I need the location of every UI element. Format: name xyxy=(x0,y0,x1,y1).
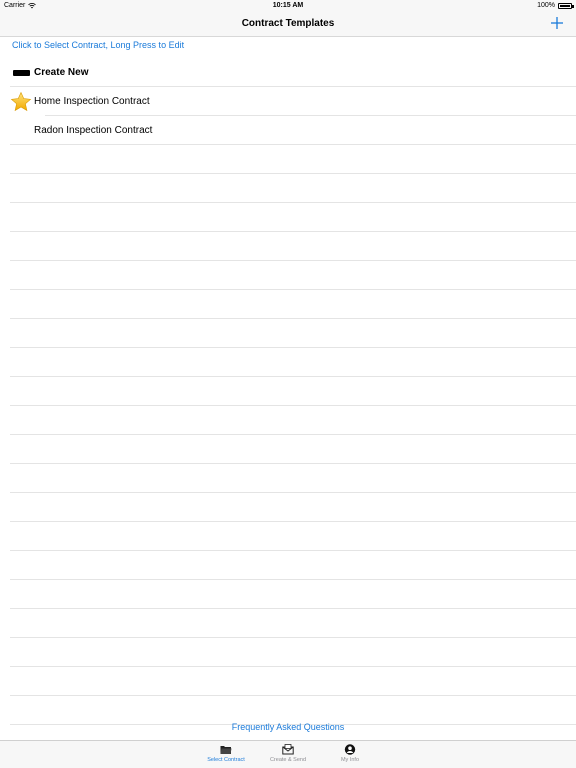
home-inspection-row[interactable]: Home Inspection Contract xyxy=(0,87,576,116)
envelope-icon xyxy=(282,744,294,755)
home-inspection-label: Home Inspection Contract xyxy=(34,96,150,107)
plus-icon[interactable] xyxy=(548,14,566,32)
instruction-hint: Click to Select Contract, Long Press to … xyxy=(12,40,185,50)
battery-percent: 100% xyxy=(537,2,555,9)
page-title: Contract Templates xyxy=(241,18,335,29)
empty-row xyxy=(0,522,576,551)
empty-row xyxy=(0,696,576,725)
black-bar-icon xyxy=(10,62,32,84)
user-icon xyxy=(344,744,356,755)
empty-row xyxy=(0,435,576,464)
tab-create-send[interactable]: Create & Send xyxy=(258,743,318,768)
status-right: 100% xyxy=(537,2,574,9)
navigation-bar: Contract Templates xyxy=(0,12,576,37)
tab-my-info[interactable]: My Info xyxy=(320,743,380,768)
empty-row xyxy=(0,609,576,638)
empty-row xyxy=(0,290,576,319)
create-new-row[interactable]: Create New xyxy=(0,58,576,87)
empty-row xyxy=(0,145,576,174)
empty-row xyxy=(0,232,576,261)
empty-row xyxy=(0,493,576,522)
tab-select-contract[interactable]: Select Contract xyxy=(196,743,256,768)
empty-row xyxy=(0,203,576,232)
status-bar: Carrier 10:15 AM 100% xyxy=(0,0,576,12)
empty-row xyxy=(0,261,576,290)
empty-row xyxy=(0,638,576,667)
empty-row xyxy=(0,174,576,203)
tab-label: Create & Send xyxy=(269,757,307,763)
tab-label: Select Contract xyxy=(207,757,245,763)
empty-row xyxy=(0,319,576,348)
radon-inspection-row[interactable]: Radon Inspection Contract xyxy=(0,116,576,145)
status-time: 10:15 AM xyxy=(272,2,304,9)
radon-inspection-label: Radon Inspection Contract xyxy=(34,125,153,136)
empty-row xyxy=(0,348,576,377)
folder-icon xyxy=(220,746,232,754)
battery-icon xyxy=(558,2,574,9)
empty-row xyxy=(0,580,576,609)
contract-list: Create New Home Inspection Contract Rado… xyxy=(0,58,576,754)
create-new-label: Create New xyxy=(34,67,89,78)
empty-row xyxy=(0,406,576,435)
empty-row xyxy=(0,551,576,580)
empty-row xyxy=(0,464,576,493)
empty-row xyxy=(0,377,576,406)
faq-link[interactable]: Frequently Asked Questions xyxy=(0,722,576,732)
tab-bar: Select Contract Create & Send My Info xyxy=(0,740,576,768)
star-icon xyxy=(10,91,32,113)
tab-label: My Info xyxy=(340,757,360,763)
empty-row xyxy=(0,667,576,696)
